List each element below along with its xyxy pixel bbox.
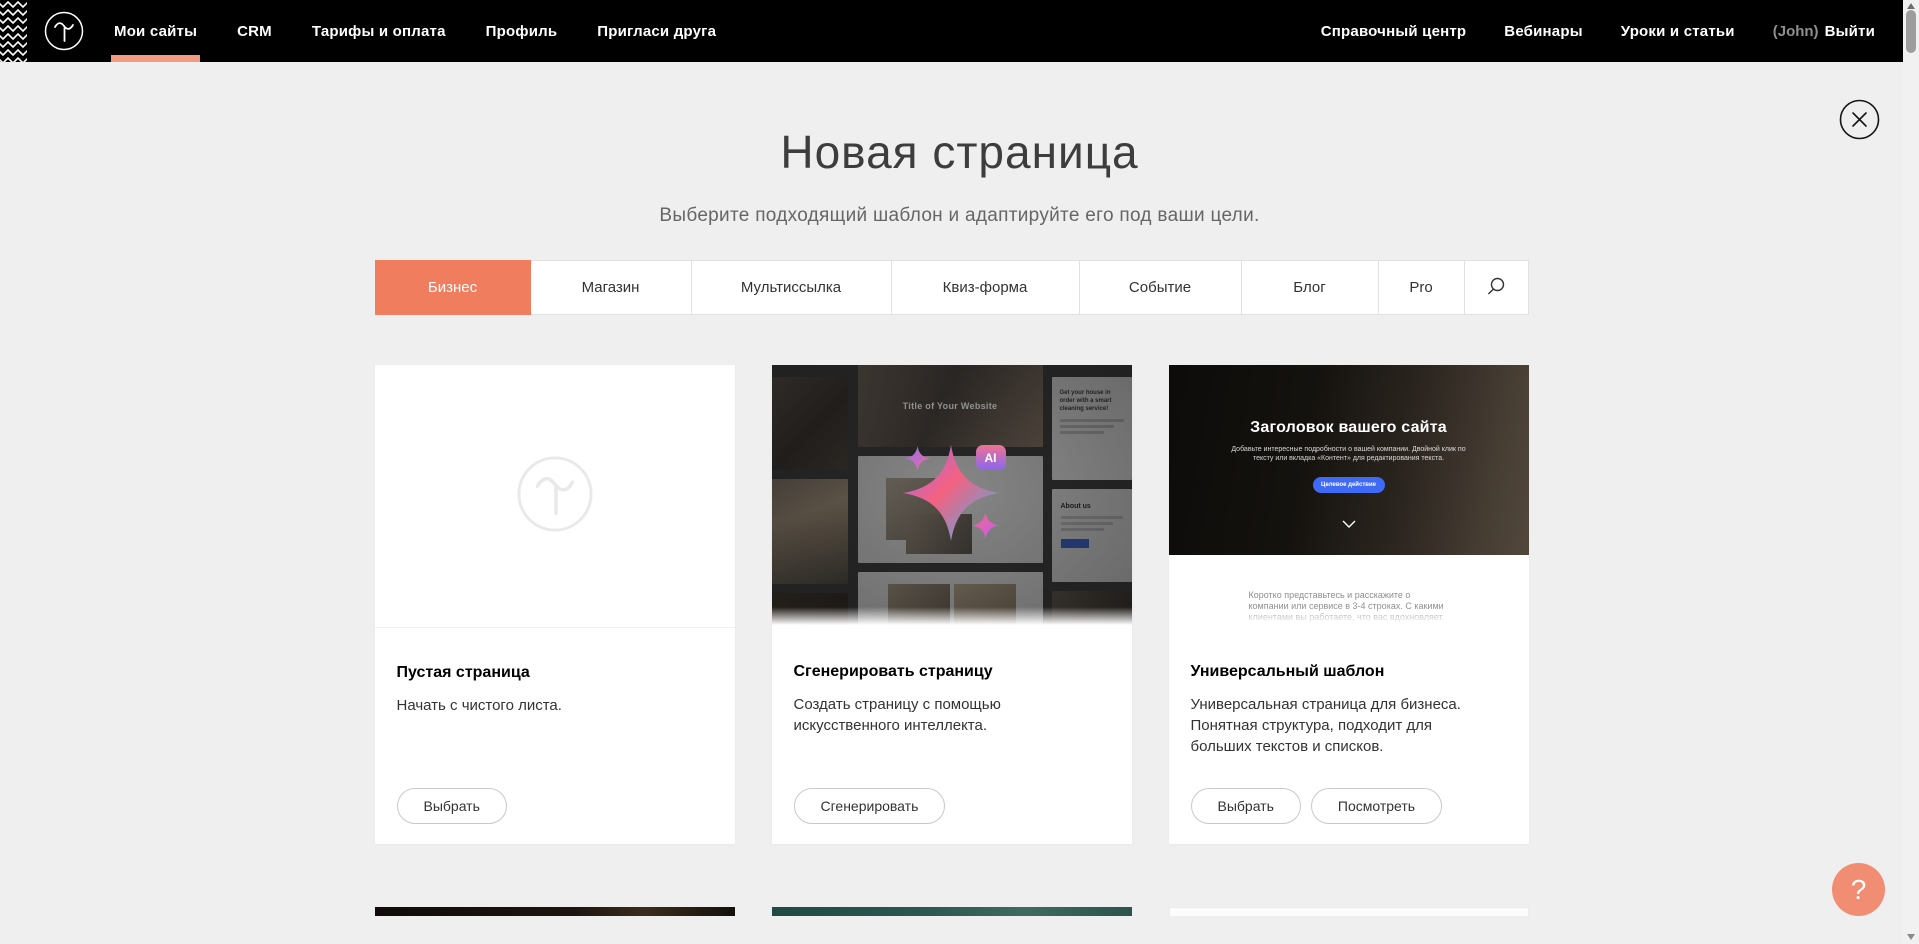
tilda-logo-icon[interactable]: [44, 11, 84, 51]
template-cards-grid: Пустая страница Начать с чистого листа. …: [375, 365, 1529, 844]
template-hero-title: Заголовок вашего сайта: [1169, 419, 1529, 437]
secondary-menu: Справочный центр Вебинары Уроки и статьи…: [1321, 0, 1903, 62]
ai-generate-preview: Title of Your Website Get your hou: [772, 365, 1132, 627]
template-cta-button: Целевое действие: [1313, 477, 1385, 493]
tab-search[interactable]: [1465, 260, 1529, 315]
tab-blog[interactable]: Блог: [1242, 260, 1379, 315]
template-hero: Заголовок вашего сайта Добавьте интересн…: [1169, 365, 1529, 555]
scrollbar-thumb[interactable]: [1906, 10, 1916, 53]
top-navbar: Мои сайты CRM Тарифы и оплата Профиль Пр…: [0, 0, 1903, 62]
scroll-down-arrow-icon[interactable]: [1907, 934, 1915, 940]
card-info: Пустая страница Начать с чистого листа. …: [375, 627, 735, 844]
tab-multilink[interactable]: Мультиссылка: [692, 260, 892, 315]
help-button[interactable]: ?: [1832, 863, 1885, 916]
small-sparkle-icon: [972, 512, 999, 539]
tab-business[interactable]: Бизнес: [375, 260, 531, 315]
page-subtitle: Выберите подходящий шаблон и адаптируйте…: [0, 205, 1919, 227]
template-card-universal[interactable]: Заголовок вашего сайта Добавьте интересн…: [1169, 365, 1529, 844]
card-description: Начать с чистого листа.: [397, 695, 697, 716]
template-card-partial[interactable]: [1169, 907, 1529, 916]
ai-badge: AI: [976, 445, 1006, 470]
tab-quiz-form[interactable]: Квиз-форма: [892, 260, 1080, 315]
next-template-row: [375, 907, 1529, 916]
card-title: Сгенерировать страницу: [794, 663, 1110, 681]
nav-item-help-center[interactable]: Справочный центр: [1321, 0, 1467, 62]
scroll-up-arrow-icon[interactable]: [1907, 3, 1915, 9]
nav-item-invite-friend[interactable]: Пригласи друга: [597, 0, 716, 62]
card-info: Универсальный шаблон Универсальная стран…: [1169, 627, 1529, 844]
logout-link[interactable]: Выйти: [1825, 0, 1875, 62]
preview-button[interactable]: Посмотреть: [1311, 788, 1442, 824]
template-card-blank-page[interactable]: Пустая страница Начать с чистого листа. …: [375, 365, 735, 844]
tab-store[interactable]: Магазин: [531, 260, 692, 315]
main-menu: Мои сайты CRM Тарифы и оплата Профиль Пр…: [114, 0, 716, 62]
template-card-partial[interactable]: [772, 907, 1132, 916]
search-icon: [1486, 276, 1506, 300]
nav-item-profile[interactable]: Профиль: [486, 0, 558, 62]
small-sparkle-icon: [905, 446, 930, 471]
nav-item-tariffs[interactable]: Тарифы и оплата: [312, 0, 446, 62]
card-description: Универсальная страница для бизнеса. Поня…: [1191, 694, 1491, 757]
card-title: Пустая страница: [397, 664, 713, 682]
tilda-new-page-screen: Мои сайты CRM Тарифы и оплата Профиль Пр…: [0, 0, 1919, 944]
template-card-partial[interactable]: [375, 907, 735, 916]
nav-item-webinars[interactable]: Вебинары: [1504, 0, 1582, 62]
card-description: Создать страницу с помощью искусственног…: [794, 694, 1094, 736]
new-page-dialog: Новая страница Выберите подходящий шабло…: [0, 125, 1919, 916]
page-title: Новая страница: [0, 125, 1919, 179]
universal-template-preview: Заголовок вашего сайта Добавьте интересн…: [1169, 365, 1529, 627]
choose-button[interactable]: Выбрать: [1191, 788, 1301, 824]
zigzag-pattern: [0, 0, 27, 62]
user-name-label: (John): [1773, 23, 1819, 40]
tab-pro[interactable]: Pro: [1379, 260, 1465, 315]
tab-event[interactable]: Событие: [1080, 260, 1242, 315]
nav-item-my-sites[interactable]: Мои сайты: [114, 0, 197, 62]
preview-fade: [1169, 607, 1529, 627]
preview-fade: [772, 607, 1132, 627]
close-icon: [1839, 128, 1880, 143]
choose-button[interactable]: Выбрать: [397, 788, 507, 824]
template-hero-text: Добавьте интересные подробности о вашей …: [1229, 445, 1469, 463]
vertical-scrollbar[interactable]: [1903, 0, 1919, 944]
close-button[interactable]: [1839, 99, 1880, 140]
tilda-watermark-icon: [516, 455, 594, 538]
nav-item-lessons[interactable]: Уроки и статьи: [1621, 0, 1735, 62]
template-category-tabs: Бизнес Магазин Мультиссылка Квиз-форма С…: [375, 260, 1529, 315]
blank-page-preview: [375, 365, 735, 627]
chevron-down-icon: [1342, 515, 1356, 523]
card-info: Сгенерировать страницу Создать страницу …: [772, 627, 1132, 844]
card-title: Универсальный шаблон: [1191, 663, 1507, 681]
template-card-ai-generate[interactable]: Title of Your Website Get your hou: [772, 365, 1132, 844]
generate-button[interactable]: Сгенерировать: [794, 788, 946, 824]
nav-item-crm[interactable]: CRM: [237, 0, 272, 62]
